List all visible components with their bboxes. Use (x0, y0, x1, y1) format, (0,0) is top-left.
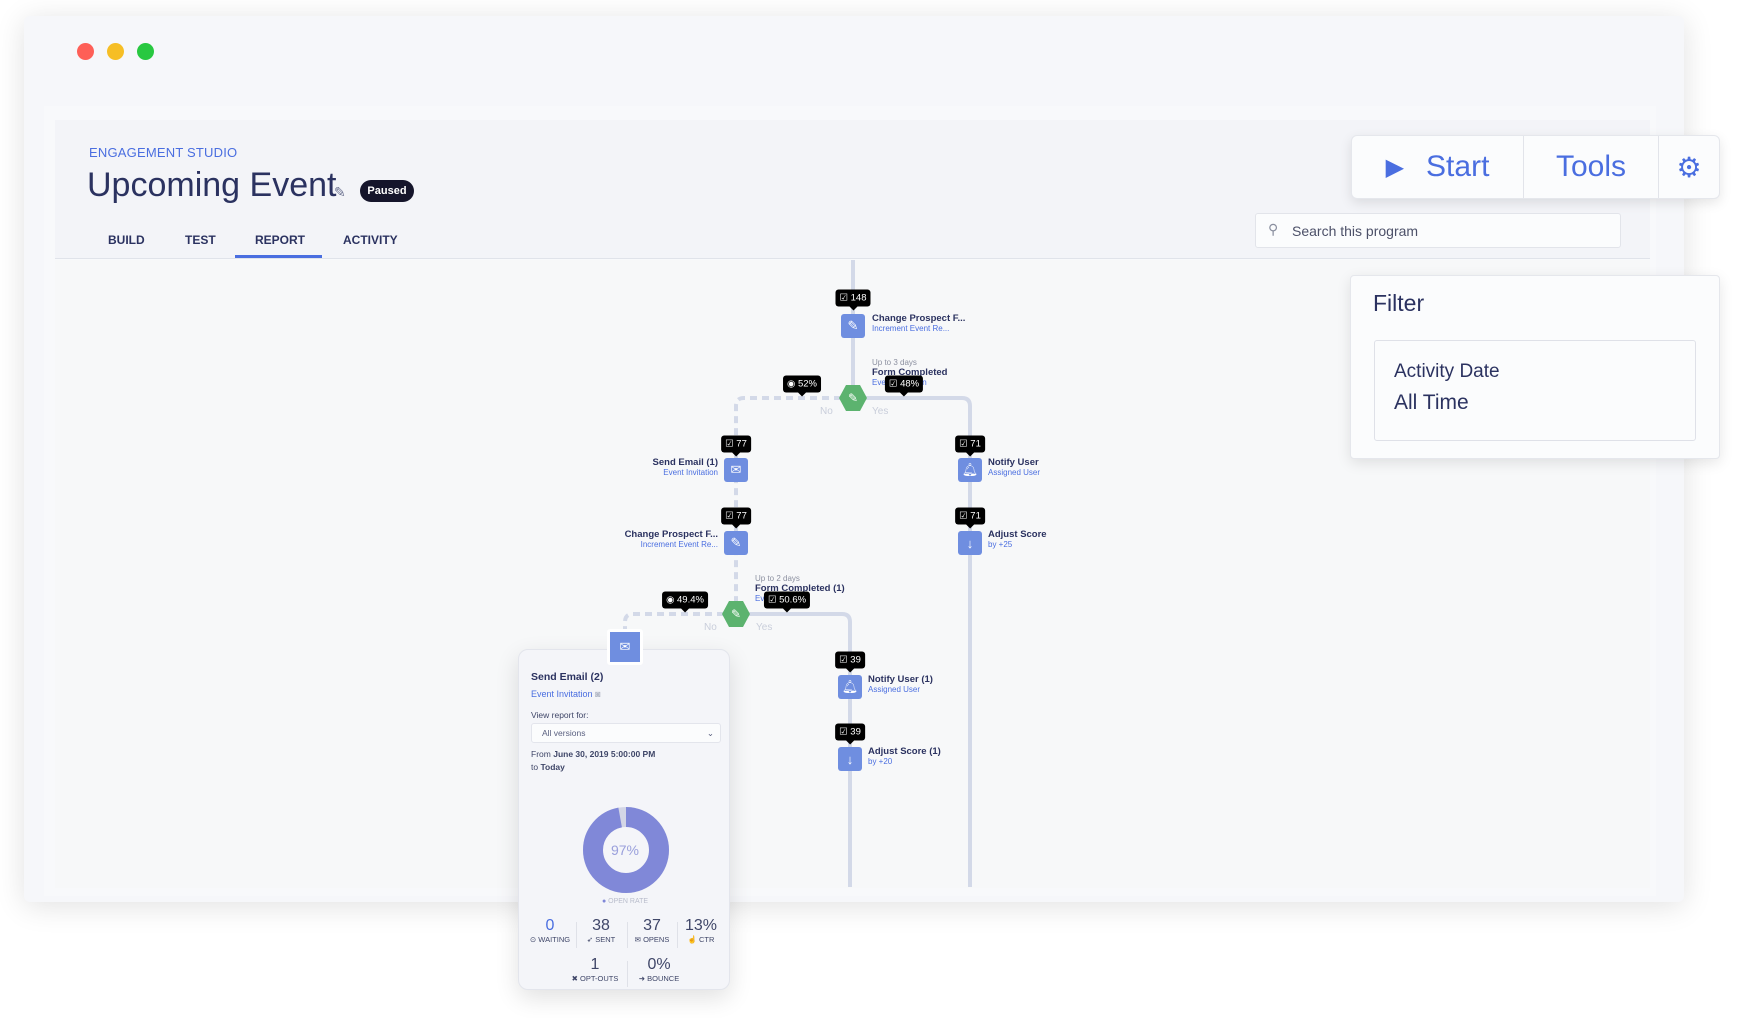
connector-line (853, 396, 972, 887)
stat-sent: 38 ➶ SENT (586, 917, 616, 944)
bell-icon[interactable]: 🔔︎ (958, 458, 982, 482)
email-template-link[interactable]: Event Invitation ◙ (531, 689, 601, 699)
exit-icon: ➜ (638, 974, 646, 983)
pencil-icon[interactable]: ✎ (724, 531, 748, 555)
x-icon: ✖ (571, 974, 578, 983)
step-label: Send Email (1) Event Invitation (652, 457, 718, 477)
sort-score-icon[interactable]: ↓ (958, 531, 982, 555)
count-badge: ☑ 39 (835, 651, 865, 673)
flow-connectors (623, 260, 972, 887)
no-label: No (820, 406, 833, 417)
step-label: Adjust Score by +25 (988, 529, 1047, 549)
version-select[interactable]: All versions ⌄ (531, 723, 721, 743)
view-report-label: View report for: (531, 710, 589, 720)
yes-label: Yes (872, 406, 889, 417)
stat-opt-outs: 1 ✖ OPT-OUTS (571, 956, 619, 983)
open-rate-value: 97% (610, 842, 640, 858)
step-label: Change Prospect F... Increment Event Re..… (624, 529, 718, 549)
date-range: From June 30, 2019 5:00:00 PM to Today (531, 749, 656, 772)
step-label: Notify User Assigned User (988, 457, 1041, 477)
open-rate-legend: ● OPEN RATE (601, 898, 649, 905)
pointer-icon: ☝ (687, 935, 697, 944)
no-percent-badge: ◉ 52% (783, 375, 821, 397)
count-badge: ☑ 71 (955, 507, 985, 529)
step-label: Notify User (1) Assigned User (868, 674, 933, 694)
count-badge: ☑ 148 (835, 289, 871, 311)
count-badge: ☑ 77 (721, 507, 751, 529)
yes-label: Yes (756, 622, 773, 633)
paper-plane-icon: ➶ (586, 935, 594, 944)
no-percent-badge: ◉ 49.4% (662, 591, 708, 613)
email-report-card: Send Email (2) Event Invitation ◙ View r… (518, 649, 730, 990)
yes-percent-badge: ☑ 50.6% (763, 591, 811, 613)
pencil-icon[interactable]: ✎ (841, 314, 865, 338)
clock-icon: ⊙ (529, 935, 537, 944)
stat-bounce: 0% ➜ BOUNCE (638, 956, 680, 983)
stat-ctr: 13% ☝ CTR (684, 917, 718, 944)
divider (627, 961, 628, 987)
stat-opens: 37 ✉ OPENS (634, 917, 670, 944)
count-badge: ☑ 39 (835, 723, 865, 745)
envelope-icon[interactable]: ✉ (607, 629, 643, 665)
sort-score-icon[interactable]: ↓ (838, 747, 862, 771)
step-label: Change Prospect F... Increment Event Re..… (872, 313, 966, 333)
count-badge: ☑ 77 (721, 435, 751, 457)
step-label: Adjust Score (1) by +20 (868, 746, 941, 766)
no-label: No (704, 622, 717, 633)
connector-line (736, 612, 852, 887)
chevron-down-icon: ⌄ (706, 728, 714, 738)
envelope-icon: ✉ (634, 935, 641, 944)
count-badge: ☑ 71 (955, 435, 985, 457)
bell-icon[interactable]: 🔔︎ (838, 675, 862, 699)
envelope-icon[interactable]: ✉ (724, 458, 748, 482)
camera-icon: ◙ (595, 689, 601, 699)
card-title: Send Email (2) (531, 671, 604, 683)
stat-waiting: 0 ⊙ WAITING (529, 917, 571, 944)
yes-percent-badge: ☑ 48% (884, 375, 924, 397)
